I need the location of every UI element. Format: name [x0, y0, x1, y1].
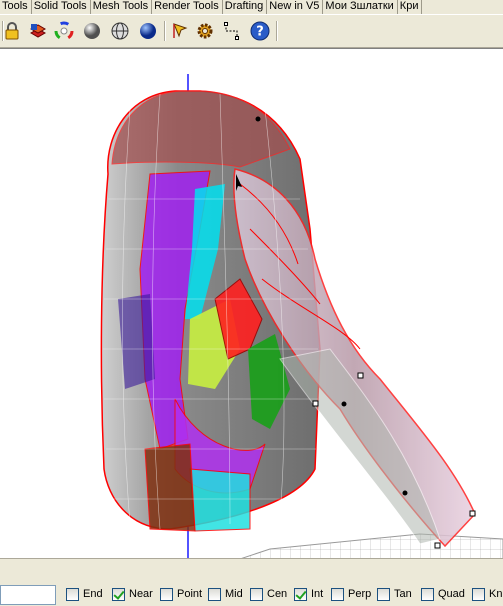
sphere-wire-icon[interactable]	[108, 19, 132, 43]
status-bar: End Near Point Mid Cen Int Perp Tan Quad…	[0, 558, 503, 606]
osnap-point-checkbox[interactable]	[160, 587, 173, 601]
osnap-mid[interactable]: Mid	[208, 587, 243, 601]
3d-model-render	[100, 74, 503, 558]
osnap-cen-checkbox[interactable]	[250, 587, 263, 601]
osnap-mid-label: Mid	[225, 588, 243, 600]
tab-custom-tools[interactable]: Мои Зшлатки	[323, 0, 398, 14]
main-toolbar: ?	[0, 14, 503, 48]
toolbar-separator	[164, 21, 166, 41]
cursor-arrow-icon[interactable]	[168, 19, 192, 43]
osnap-end-checkbox[interactable]	[66, 587, 79, 601]
osnap-knot-checkbox[interactable]	[472, 587, 485, 601]
osnap-tan[interactable]: Tan	[377, 587, 412, 601]
osnap-end-label: End	[83, 588, 103, 600]
osnap-quad-label: Quad	[438, 588, 465, 600]
tab-mesh-tools[interactable]: Mesh Tools	[91, 0, 153, 14]
layer-icon[interactable]	[26, 19, 50, 43]
osnap-perp-label: Perp	[348, 588, 372, 600]
tab-tools[interactable]: Tools	[0, 0, 32, 14]
lock-icon[interactable]	[0, 19, 24, 43]
osnap-int-label: Int	[311, 588, 324, 600]
region-brown-lower	[144, 443, 196, 532]
toolbar-separator	[276, 21, 278, 41]
osnap-near-label: Near	[129, 588, 153, 600]
osnap-knot[interactable]: Kn	[472, 587, 502, 601]
help-icon[interactable]: ?	[248, 19, 272, 43]
tab-render-tools[interactable]: Render Tools	[152, 0, 223, 14]
osnap-mid-checkbox[interactable]	[208, 587, 221, 601]
perspective-viewport[interactable]	[0, 48, 503, 558]
osnap-knot-label: Kn	[489, 588, 503, 600]
osnap-tan-checkbox[interactable]	[377, 587, 390, 601]
osnap-tan-label: Tan	[394, 588, 412, 600]
osnap-near-checkbox[interactable]	[112, 587, 125, 601]
osnap-cen[interactable]: Cen	[250, 587, 287, 601]
tab-drafting[interactable]: Drafting	[223, 0, 268, 14]
osnap-perp[interactable]: Perp	[331, 587, 371, 601]
dimension-icon[interactable]	[221, 19, 245, 43]
osnap-end[interactable]: End	[66, 587, 103, 601]
tab-new-in-v5[interactable]: New in V5	[267, 0, 324, 14]
color-wheel-icon[interactable]	[52, 19, 76, 43]
tab-solid-tools[interactable]: Solid Tools	[32, 0, 91, 14]
osnap-point-label: Point	[177, 588, 203, 600]
osnap-perp-checkbox[interactable]	[331, 587, 344, 601]
osnap-cen-label: Cen	[267, 588, 288, 600]
construction-plane	[241, 533, 503, 558]
gear-icon[interactable]	[193, 19, 217, 43]
sphere-shade-icon[interactable]	[80, 19, 104, 43]
osnap-int[interactable]: Int	[294, 587, 323, 601]
toolbar-tab-strip: Tools Solid Tools Mesh Tools Render Tools Dr…	[0, 0, 503, 14]
model-top-cap	[111, 90, 291, 168]
command-input[interactable]	[0, 585, 56, 605]
svg-text:?: ?	[256, 25, 264, 40]
osnap-quad[interactable]: Quad	[421, 587, 465, 601]
sphere-render-icon[interactable]	[136, 19, 160, 43]
osnap-quad-checkbox[interactable]	[421, 587, 434, 601]
tab-overflow[interactable]: Кри	[398, 0, 423, 14]
osnap-point[interactable]: Point	[160, 587, 202, 601]
osnap-int-checkbox[interactable]	[294, 587, 307, 601]
region-cyan-lower	[189, 468, 251, 532]
osnap-near[interactable]: Near	[112, 587, 153, 601]
